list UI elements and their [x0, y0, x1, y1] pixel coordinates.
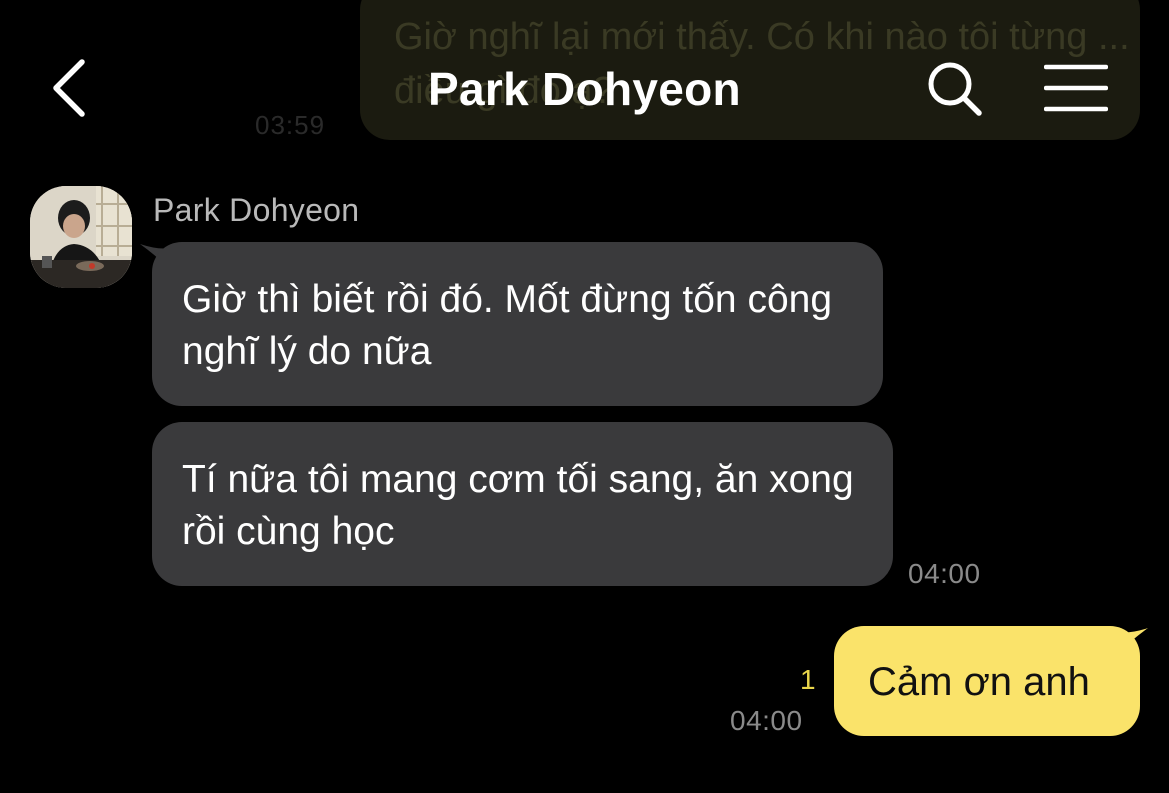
incoming-message-time: 04:00	[908, 558, 981, 589]
incoming-message-bubble[interactable]: Giờ thì biết rồi đó. Mốt đừng tốn công n…	[152, 242, 883, 406]
message-text: Tí nữa tôi mang cơm tối sang, ăn xong rồ…	[182, 458, 854, 553]
unread-count: 1	[800, 664, 816, 695]
outgoing-message-bubble[interactable]: Cảm ơn anh	[834, 626, 1140, 736]
message-text: Cảm ơn anh	[868, 660, 1090, 704]
chat-screen: Giờ nghĩ lại mới thấy. Có khi nào tôi từ…	[0, 0, 1169, 793]
outgoing-message-time: 04:00	[730, 705, 803, 736]
search-button[interactable]	[924, 58, 986, 120]
hamburger-menu-icon	[1043, 64, 1109, 112]
sender-name: Park Dohyeon	[153, 192, 360, 228]
incoming-message-bubble[interactable]: Tí nữa tôi mang cơm tối sang, ăn xong rồ…	[152, 422, 893, 586]
chat-header: Park Dohyeon	[0, 30, 1169, 150]
message-text: Giờ thì biết rồi đó. Mốt đừng tốn công n…	[182, 278, 833, 373]
chat-title: Park Dohyeon	[428, 63, 741, 115]
search-icon	[928, 62, 982, 116]
sender-avatar[interactable]	[30, 186, 132, 288]
menu-button[interactable]	[1043, 62, 1109, 114]
profile-photo	[30, 186, 132, 288]
